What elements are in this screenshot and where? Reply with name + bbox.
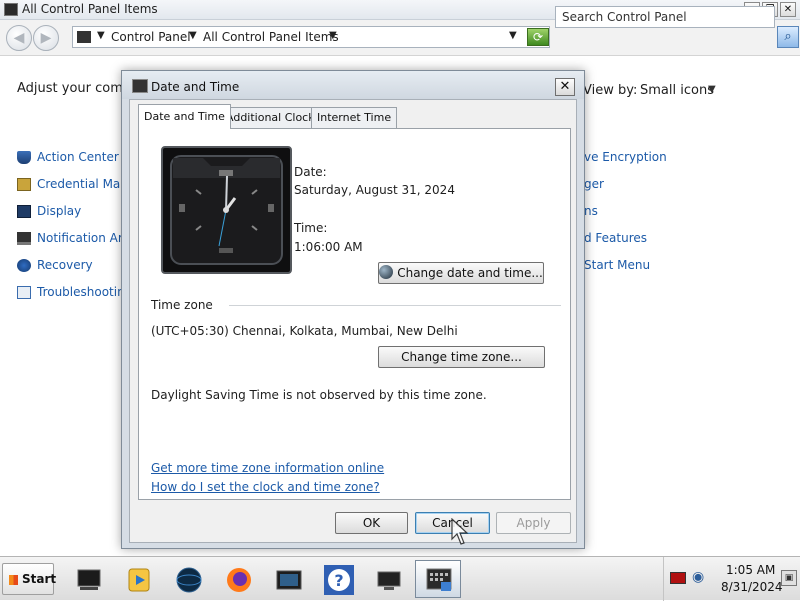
help-icon: ?: [324, 565, 354, 595]
breadcrumb-all-items[interactable]: All Control Panel Items: [203, 30, 339, 44]
taskbar-app-firefox[interactable]: [215, 560, 261, 598]
ok-button[interactable]: OK: [335, 512, 408, 534]
date-time-icon: [132, 79, 148, 93]
window-icon: [276, 570, 302, 590]
control-panel-icon: [77, 31, 91, 43]
cp-item-action-center[interactable]: Action Center: [17, 148, 119, 166]
taskbar-app-1[interactable]: [65, 560, 111, 598]
section-divider: [229, 305, 561, 306]
change-date-time-label: Change date and time...: [397, 266, 543, 280]
chevron-down-icon[interactable]: ▼: [708, 84, 716, 95]
taskbar-app-display[interactable]: [365, 560, 411, 598]
cp-item-label: Action Center: [37, 150, 119, 164]
breadcrumb-control-panel[interactable]: Control Panel: [111, 30, 191, 44]
dialog-body: Date and Time Additional Clocks Internet…: [129, 99, 577, 543]
media-player-icon: [128, 568, 150, 592]
taskbar-app-help[interactable]: ?: [315, 560, 361, 598]
cp-item-display[interactable]: Display: [17, 202, 81, 220]
tab-date-and-time[interactable]: Date and Time: [138, 104, 231, 129]
cp-item-label: Troubleshootin: [37, 285, 125, 299]
start-button[interactable]: Start: [2, 563, 57, 595]
back-button[interactable]: ◀: [6, 25, 32, 51]
forward-button[interactable]: ▶: [33, 25, 59, 51]
window-title: All Control Panel Items: [22, 2, 158, 16]
monitor-icon: [17, 204, 31, 218]
display-settings-icon: [377, 571, 401, 590]
time-label: Time:: [294, 221, 328, 235]
recovery-icon: [17, 258, 31, 272]
taskbar-clock-time[interactable]: 1:05 AM: [726, 563, 775, 577]
taskbar: Start ? ◉ 1:05 AM 8/31/2024 ▣: [0, 556, 800, 601]
view-by-select[interactable]: Small icons: [640, 83, 714, 98]
timezone-value: (UTC+05:30) Chennai, Kolkata, Mumbai, Ne…: [151, 324, 458, 338]
chevron-down-icon[interactable]: ▼: [97, 30, 105, 41]
view-by-label: View by:: [583, 83, 638, 98]
firefox-icon: [227, 568, 251, 592]
flag-icon: [17, 150, 31, 164]
troubleshoot-icon: [17, 285, 31, 299]
refresh-button[interactable]: ⟳: [527, 28, 549, 46]
dialog-close-button[interactable]: ✕: [555, 78, 575, 96]
taskbar-clock-date[interactable]: 8/31/2024: [721, 580, 783, 594]
action-center-flag-icon[interactable]: [670, 572, 686, 584]
taskbar-app-browser-globe[interactable]: [165, 560, 211, 598]
change-timezone-button[interactable]: Change time zone...: [378, 346, 545, 368]
dialog-titlebar: Date and Time ✕: [122, 71, 584, 99]
cp-item-device-manager[interactable]: ger: [584, 177, 604, 191]
show-desktop-icon[interactable]: ▣: [781, 570, 797, 586]
mouse-pointer-icon: [451, 518, 469, 545]
security-shield-icon: [379, 265, 394, 279]
svg-text:?: ?: [334, 571, 343, 590]
dst-info-text: Daylight Saving Time is not observed by …: [151, 388, 487, 402]
cp-item-label: Notification Are: [37, 231, 130, 245]
address-bar[interactable]: ▼ Control Panel ▼ All Control Panel Item…: [72, 26, 550, 48]
cp-item-credential-manager[interactable]: Credential Mana: [17, 175, 135, 193]
calendar-clock-icon: [426, 568, 452, 591]
taskbar-app-window[interactable]: [265, 560, 311, 598]
system-tray: ◉ 1:05 AM 8/31/2024 ▣: [663, 557, 800, 601]
chevron-down-icon[interactable]: ▼: [189, 30, 197, 41]
date-value: Saturday, August 31, 2024: [294, 183, 455, 197]
cp-item-location[interactable]: ns: [584, 204, 598, 218]
control-panel-icon: [4, 3, 18, 16]
network-icon[interactable]: ◉: [692, 569, 708, 585]
help-clock-link[interactable]: How do I set the clock and time zone?: [151, 480, 380, 494]
windows-logo-icon: [9, 575, 18, 585]
globe-icon: [176, 567, 202, 593]
tab-panel: Date: Saturday, August 31, 2024 Time: 1:…: [138, 128, 571, 500]
address-history-chevron-icon[interactable]: ▼: [509, 30, 517, 41]
analog-clock: [161, 146, 292, 274]
dialog-title: Date and Time: [151, 80, 240, 94]
tab-internet-time[interactable]: Internet Time: [311, 107, 398, 128]
monitor-icon: [77, 569, 101, 590]
timezone-label: Time zone: [151, 298, 213, 312]
timezone-info-link[interactable]: Get more time zone information online: [151, 461, 384, 475]
change-date-time-button[interactable]: Change date and time...: [378, 262, 544, 284]
cp-item-troubleshooting[interactable]: Troubleshootin: [17, 283, 125, 301]
search-icon[interactable]: ⌕: [777, 26, 799, 48]
cp-item-recovery[interactable]: Recovery: [17, 256, 93, 274]
start-label: Start: [22, 572, 57, 586]
apply-button[interactable]: Apply: [496, 512, 571, 534]
taskbar-app-media[interactable]: [115, 560, 161, 598]
chevron-down-icon[interactable]: ▼: [329, 30, 337, 41]
notification-icon: [17, 231, 31, 245]
time-value: 1:06:00 AM: [294, 240, 363, 254]
date-time-dialog: Date and Time ✕ Date and Time Additional…: [121, 70, 585, 549]
cp-item-bitlocker[interactable]: ve Encryption: [584, 150, 667, 164]
cp-item-notification-area[interactable]: Notification Are: [17, 229, 130, 247]
close-button[interactable]: ✕: [780, 2, 796, 17]
cp-item-label: Display: [37, 204, 82, 218]
cp-item-label: Recovery: [37, 258, 93, 272]
cp-item-taskbar-start-menu[interactable]: Start Menu: [584, 258, 650, 272]
taskbar-app-date-time[interactable]: [415, 560, 461, 598]
cp-item-programs-features[interactable]: d Features: [584, 231, 647, 245]
search-input[interactable]: Search Control Panel: [555, 6, 775, 28]
vault-icon: [17, 177, 31, 191]
date-label: Date:: [294, 165, 327, 179]
